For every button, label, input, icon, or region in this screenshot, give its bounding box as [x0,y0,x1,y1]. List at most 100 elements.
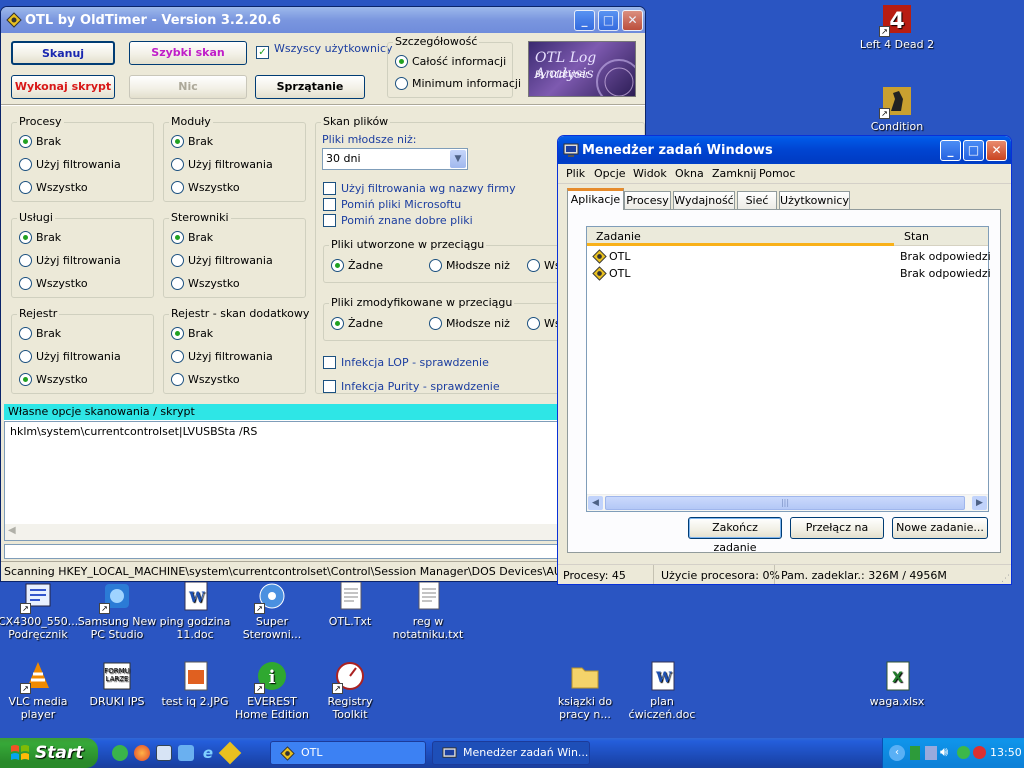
modified-option-none[interactable]: Żadne [331,317,383,330]
run-script-button[interactable]: Wykonaj skrypt [11,75,115,99]
clock[interactable]: 13:50 [990,746,1022,759]
rejestr-option-brak[interactable]: Brak [19,327,61,340]
check-skip-known-good[interactable]: Pomiń znane dobre pliki [323,214,473,227]
task-row[interactable]: OTL Brak odpowiedzi [587,248,991,265]
sterowniki-option-all[interactable]: Wszystko [171,277,240,290]
column-header-status[interactable]: Stan [895,227,988,246]
younger-than-select[interactable]: 30 dni ▼ [322,148,468,170]
procesy-option-brak[interactable]: Brak [19,135,61,148]
radio-minimum-info[interactable]: Minimum informacji [395,77,521,90]
desktop-show-icon[interactable] [178,745,194,761]
desktop-icon-druki[interactable]: FORMU LARZE DRUKI IPS [77,660,157,708]
menu-okna[interactable]: Okna [675,167,704,180]
otl-quicklaunch-icon[interactable] [218,741,242,765]
battery-icon[interactable] [910,746,920,760]
menu-opcje[interactable]: Opcje [594,167,626,180]
otl-titlebar[interactable]: OTL by OldTimer - Version 3.2.20.6 [1,7,645,33]
new-task-button[interactable]: Nowe zadanie... [892,517,988,539]
desktop-icon-samsung[interactable]: ↗ Samsung New PC Studio [77,580,157,641]
desktop-icon-l4d2[interactable]: 4 ↗ Left 4 Dead 2 [857,3,937,51]
close-button[interactable]: ✕ [622,10,643,31]
created-option-younger[interactable]: Młodsze niż [429,259,510,272]
uslugi-option-all[interactable]: Wszystko [19,277,88,290]
end-task-button[interactable]: Zakończ zadanie [688,517,782,554]
desktop-icon-super-sterowniki[interactable]: ↗ Super Sterowni... [232,580,312,641]
custom-script-textarea[interactable]: hklm\system\currentcontrolset|LVUSBSta /… [4,421,645,541]
tab-siec[interactable]: Sieć [737,191,777,210]
desktop-icon-cx4300[interactable]: ↗ CX4300_550... Podręcznik [0,580,78,641]
modified-option-younger[interactable]: Młodsze niż [429,317,510,330]
menu-plik[interactable]: Plik [566,167,585,180]
column-header-task[interactable]: Zadanie [587,227,894,246]
desktop-icon-test-iq[interactable]: test iq 2.JPG [155,660,235,708]
scan-button[interactable]: Skanuj [11,41,115,65]
moduly-option-brak[interactable]: Brak [171,135,213,148]
network-icon[interactable] [925,746,937,760]
menu-pomoc[interactable]: Pomoc [759,167,795,180]
chevron-left-icon[interactable]: ◀ [8,525,16,536]
desktop-icon-registry-toolkit[interactable]: ↗ Registry Toolkit [310,660,390,721]
desktop-icon-everest[interactable]: i ↗ EVEREST Home Edition [232,660,312,721]
chevron-right-icon[interactable]: ▶ [972,496,987,510]
chevron-down-icon[interactable]: ▼ [450,150,466,168]
procesy-option-all[interactable]: Wszystko [19,181,88,194]
desktop-icon-vlc[interactable]: ↗ VLC media player [0,660,78,721]
maximize-button[interactable]: □ [598,10,619,31]
tab-uzytkownicy[interactable]: Użytkownicy [779,191,850,210]
uslugi-option-filter[interactable]: Użyj filtrowania [19,254,121,267]
rejestr-dod-option-all[interactable]: Wszystko [171,373,240,386]
rejestr-dod-option-brak[interactable]: Brak [171,327,213,340]
cleanup-button[interactable]: Sprzątanie [255,75,365,99]
check-company-filter[interactable]: Użyj filtrowania wg nazwy firmy [323,182,516,195]
tab-wydajnosc[interactable]: Wydajność [673,191,735,210]
check-purity-infection[interactable]: Infekcja Purity - sprawdzenie [323,380,500,393]
tab-aplikacje[interactable]: Aplikacje [567,188,624,210]
quick-scan-button[interactable]: Szybki skan [129,41,247,65]
check-lop-infection[interactable]: Infekcja LOP - sprawdzenie [323,356,489,369]
firefox-icon[interactable] [134,745,150,761]
desktop-icon-waga[interactable]: X waga.xlsx [857,660,937,708]
utorrent-icon[interactable] [112,745,128,761]
horizontal-scrollbar[interactable]: ◀ [5,524,645,540]
radio-full-info[interactable]: Całość informacji [395,55,506,68]
created-option-none[interactable]: Żadne [331,259,383,272]
task-row[interactable]: OTL Brak odpowiedzi [587,265,991,282]
moduly-option-all[interactable]: Wszystko [171,181,240,194]
sterowniki-option-filter[interactable]: Użyj filtrowania [171,254,273,267]
taskmgr-maximize-button[interactable]: □ [963,140,984,161]
rejestr-option-all[interactable]: Wszystko [19,373,88,386]
start-button[interactable]: Start [0,738,98,768]
security-tray-icon[interactable] [957,746,970,759]
uslugi-option-brak[interactable]: Brak [19,231,61,244]
taskmgr-close-button[interactable]: ✕ [986,140,1007,161]
task-list-hscrollbar[interactable]: ◀ ||| ▶ [587,494,988,511]
procesy-option-filter[interactable]: Użyj filtrowania [19,158,121,171]
resize-grip-icon[interactable]: ⋰ [1001,574,1010,584]
desktop-icon-otl-txt[interactable]: OTL.Txt [310,580,390,628]
desktop-icon-reg-notatnik[interactable]: reg w notatniku.txt [388,580,468,641]
desktop-icon-plan[interactable]: W plan ćwiczeń.doc [622,660,702,721]
chevron-left-icon[interactable]: ‹ [889,745,905,761]
created-option-all[interactable]: Ws [527,259,561,272]
desktop-icon-ksiazki[interactable]: ksiązki do pracy n... [545,660,625,721]
all-users-checkbox[interactable]: ✓ Wszyscy użytkownicy [256,42,393,59]
switch-to-button[interactable]: Przełącz na [790,517,884,539]
rejestr-dod-option-filter[interactable]: Użyj filtrowania [171,350,273,363]
desktop-icon-ping[interactable]: W ping godzina 11.doc [155,580,235,641]
taskmgr-minimize-button[interactable]: _ [940,140,961,161]
minimize-button[interactable]: _ [574,10,595,31]
antivirus-tray-icon[interactable] [973,746,986,759]
menu-zamknij[interactable]: Zamknij [712,167,756,180]
check-skip-microsoft[interactable]: Pomiń pliki Microsoftu [323,198,461,211]
rejestr-option-filter[interactable]: Użyj filtrowania [19,350,121,363]
taskbar-item-task-manager[interactable]: Menedżer zadań Win... [432,741,590,765]
chevron-left-icon[interactable]: ◀ [588,496,603,510]
tab-procesy[interactable]: Procesy [624,191,671,210]
internet-explorer-icon[interactable]: e [200,745,216,761]
menu-widok[interactable]: Widok [633,167,667,180]
modified-option-all[interactable]: Ws [527,317,561,330]
explorer-icon[interactable] [156,745,172,761]
scrollbar-thumb[interactable]: ||| [605,496,965,510]
volume-icon[interactable]: 🔊︎ [940,745,954,761]
sterowniki-option-brak[interactable]: Brak [171,231,213,244]
